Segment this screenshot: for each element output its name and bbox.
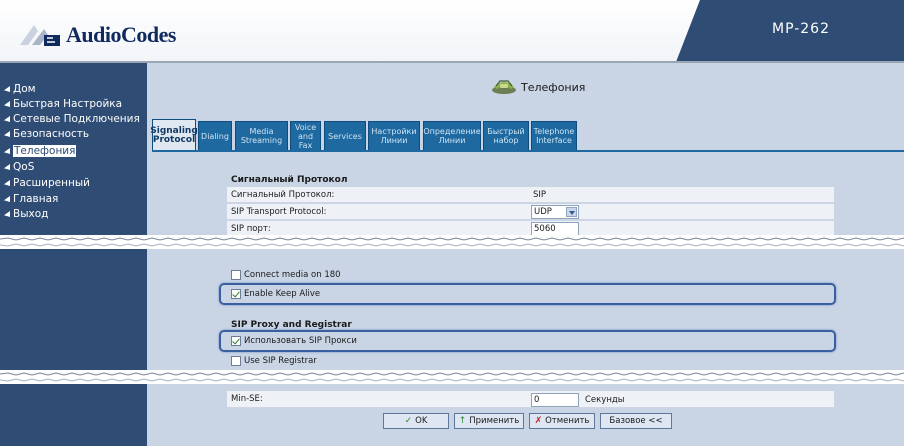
tab-speed-dial[interactable]: Быстрый набор [483,121,529,151]
min-se-input[interactable]: 0 [531,393,579,407]
sidebar-item-logout[interactable]: Выход [4,208,48,220]
logo-text: AudioCodes [66,22,176,47]
section-title-signaling: Сигнальный Протокол [231,175,348,185]
logo-mark-icon [18,19,62,51]
tab-line-settings[interactable]: Настройки Линии [368,121,420,151]
check-icon: ✓ [404,416,413,426]
keep-alive-checkbox[interactable] [231,289,241,299]
arrow-bullet-icon [4,148,10,154]
sidebar-item-qos[interactable]: QoS [4,161,34,173]
use-proxy-checkbox-row[interactable]: Использовать SIP Прокси [227,333,834,349]
ok-button[interactable]: ✓ OK [383,413,449,429]
arrow-bullet-icon [4,196,10,202]
sidebar-item-quick-setup[interactable]: Быстрая Настройка [4,98,122,110]
arrow-bullet-icon [4,86,10,92]
tab-strip-line [152,150,904,152]
signaling-protocol-value: SIP [533,190,547,200]
tab-media-streaming[interactable]: Media Streaming [235,121,288,151]
main-content: Телефония Signaling Protocol Dialing Med… [147,63,904,446]
apply-icon: ↑ [458,416,467,426]
cancel-x-icon: ✗ [534,416,543,426]
use-registrar-checkbox[interactable] [231,356,241,366]
sidebar-item-main[interactable]: Главная [4,193,58,205]
audiocodes-logo[interactable]: AudioCodes [18,18,176,52]
sidebar-item-telephony[interactable]: Телефония [4,145,77,157]
tab-signaling-protocol[interactable]: Signaling Protocol [150,119,198,151]
connect-media-checkbox[interactable] [231,270,241,280]
use-registrar-checkbox-row[interactable]: Use SIP Registrar [227,353,834,369]
arrow-bullet-icon [4,180,10,186]
tab-dialing[interactable]: Dialing [198,121,232,151]
torn-edge [0,370,904,384]
header: AudioCodes MP-262 [0,0,904,63]
use-proxy-checkbox[interactable] [231,336,241,346]
tab-telephone-interface[interactable]: Telephone Interface [531,121,577,151]
torn-edge [0,235,904,249]
connect-media-checkbox-row[interactable]: Connect media on 180 [227,267,834,283]
tab-line-detection[interactable]: Определение Линии [423,121,481,151]
sidebar: Дом Быстрая Настройка Сетевые Подключени… [0,63,147,446]
page-title: Телефония [521,80,586,94]
arrow-bullet-icon [4,116,10,122]
app-window: AudioCodes MP-262 Дом Быстрая Настройка … [0,0,904,446]
section-title-proxy: SIP Proxy and Registrar [231,320,352,330]
sidebar-item-network[interactable]: Сетевые Подключения [4,113,140,125]
sip-port-input[interactable]: 5060 [531,222,579,236]
chevron-down-icon[interactable] [566,207,577,217]
row-min-se: Min-SE: 0 Секунды [227,391,834,408]
arrow-bullet-icon [4,131,10,137]
sidebar-item-advanced[interactable]: Расширенный [4,177,90,189]
sidebar-item-security[interactable]: Безопасность [4,128,89,140]
tab-voice-and-fax[interactable]: Voice and Fax [290,121,321,151]
arrow-bullet-icon [4,101,10,107]
keep-alive-checkbox-row[interactable]: Enable Keep Alive [227,286,834,302]
device-model: MP-262 [772,21,830,37]
row-signaling-protocol: Сигнальный Протокол: SIP [227,187,834,203]
min-se-unit: Секунды [585,395,625,405]
telephone-icon [491,75,517,99]
sidebar-item-home[interactable]: Дом [4,83,36,95]
apply-button[interactable]: ↑ Применить [454,413,524,429]
arrow-bullet-icon [4,211,10,217]
tab-services[interactable]: Services [324,121,366,151]
basic-button[interactable]: Базовое << [600,413,672,429]
sip-transport-select[interactable]: UDP [531,205,579,219]
row-sip-transport: SIP Transport Protocol: UDP [227,204,834,220]
cancel-button[interactable]: ✗ Отменить [529,413,595,429]
page-heading: Телефония [491,75,585,99]
arrow-bullet-icon [4,164,10,170]
